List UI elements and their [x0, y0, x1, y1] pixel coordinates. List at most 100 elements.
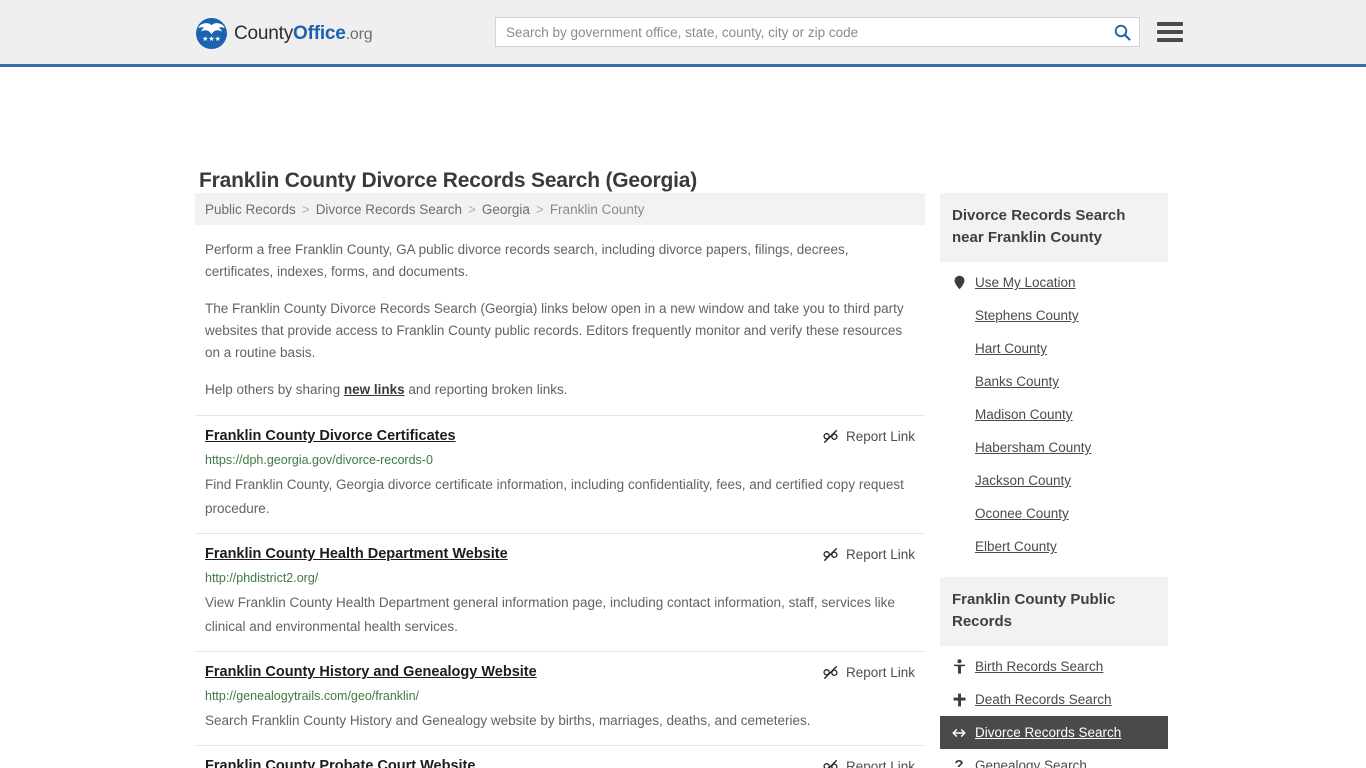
- report-link-button[interactable]: Report Link: [822, 427, 915, 445]
- map-pin-icon: [954, 275, 964, 290]
- sidebar-item-label: Banks County: [975, 374, 1060, 389]
- sidebar-item-label: Genealogy Search: [975, 758, 1087, 768]
- breadcrumb-separator: >: [535, 201, 544, 217]
- breadcrumb-item-georgia[interactable]: Georgia: [482, 202, 530, 217]
- sidebar-nearby-item-stephens-county[interactable]: ·Stephens County: [940, 299, 1168, 332]
- sidebar-nearby-item-elbert-county[interactable]: ·Elbert County: [940, 530, 1168, 563]
- results-list: Franklin County Divorce Certificates Rep…: [195, 415, 925, 768]
- report-link-label: Report Link: [845, 759, 915, 768]
- sidebar-nearby-item-banks-county[interactable]: ·Banks County: [940, 365, 1168, 398]
- result-url: http://genealogytrails.com/geo/franklin/: [205, 689, 420, 703]
- report-link-label: Report Link: [845, 429, 915, 444]
- search-bar[interactable]: [495, 17, 1140, 47]
- sidebar-record-item-death-records-search[interactable]: Death Records Search: [940, 683, 1168, 716]
- logo-text: CountyOffice.org: [234, 22, 373, 45]
- broken-link-icon: [823, 548, 838, 561]
- sidebar-item-label: Birth Records Search: [975, 659, 1104, 674]
- sidebar-item-label: Death Records Search: [975, 692, 1112, 707]
- sidebar-public-records-list: Birth Records Search Death Records Searc…: [940, 650, 1168, 768]
- site-logo[interactable]: ★★★ CountyOffice.org: [196, 18, 373, 49]
- sidebar-nearby-item-madison-county[interactable]: ·Madison County: [940, 398, 1168, 431]
- result-description: View Franklin County Health Department g…: [205, 595, 895, 634]
- result-title-link[interactable]: Franklin County History and Genealogy We…: [205, 663, 537, 681]
- result-item: Franklin County Divorce Certificates Rep…: [195, 415, 925, 533]
- site-header: ★★★ CountyOffice.org: [0, 0, 1366, 67]
- report-link-label: Report Link: [845, 665, 915, 680]
- sidebar: Divorce Records Search near Franklin Cou…: [940, 193, 1168, 768]
- cross-icon: [952, 693, 966, 707]
- result-item: Franklin County History and Genealogy We…: [195, 651, 925, 745]
- question-mark-icon: ?: [954, 756, 964, 768]
- report-link-button[interactable]: Report Link: [822, 757, 915, 768]
- sidebar-item-label: Use My Location: [975, 275, 1076, 290]
- result-description: Search Franklin County History and Genea…: [205, 713, 811, 728]
- new-links-link[interactable]: new links: [344, 382, 405, 397]
- search-button[interactable]: [1105, 18, 1139, 46]
- sidebar-item-label: Stephens County: [975, 308, 1079, 323]
- logo-text-org: .org: [345, 25, 373, 43]
- map-pin-icon: [952, 275, 966, 290]
- report-link-button[interactable]: Report Link: [822, 663, 915, 681]
- sidebar-public-records-heading: Franklin County Public Records: [940, 577, 1168, 646]
- sidebar-record-item-birth-records-search[interactable]: Birth Records Search: [940, 650, 1168, 683]
- breadcrumb-separator: >: [301, 201, 310, 217]
- intro-p3-before: Help others by sharing: [205, 382, 344, 397]
- sidebar-record-item-genealogy-search[interactable]: ? Genealogy Search: [940, 749, 1168, 768]
- result-title-link[interactable]: Franklin County Divorce Certificates: [205, 427, 456, 445]
- stars-icon: ★★★: [202, 36, 221, 43]
- baby-icon: [953, 659, 965, 674]
- result-title-link[interactable]: Franklin County Probate Court Website: [205, 757, 475, 768]
- breadcrumb-item-franklin-county: Franklin County: [549, 201, 645, 217]
- broken-link-icon: [823, 760, 838, 768]
- sidebar-item-label: Oconee County: [975, 506, 1069, 521]
- breadcrumb: Public Records > Divorce Records Search …: [195, 193, 925, 225]
- logo-text-county: County: [234, 22, 294, 44]
- hamburger-bar: [1157, 30, 1183, 34]
- main-content: Public Records > Divorce Records Search …: [195, 193, 925, 768]
- result-description: Find Franklin County, Georgia divorce ce…: [205, 477, 904, 516]
- result-header: Franklin County Probate Court Website Re…: [205, 757, 915, 768]
- left-right-arrow-icon: [952, 727, 966, 739]
- hamburger-menu-button[interactable]: [1157, 20, 1183, 44]
- intro-paragraph-1: Perform a free Franklin County, GA publi…: [205, 242, 849, 279]
- sidebar-nearby-item-hart-county[interactable]: ·Hart County: [940, 332, 1168, 365]
- countyoffice-logo-icon: ★★★: [196, 18, 227, 49]
- sidebar-record-item-divorce-records-search[interactable]: Divorce Records Search: [940, 716, 1168, 749]
- sidebar-nearby-item-use-my-location[interactable]: Use My Location: [940, 266, 1168, 299]
- result-url: https://dph.georgia.gov/divorce-records-…: [205, 453, 433, 467]
- logo-text-office: Office: [293, 22, 346, 44]
- report-link-label: Report Link: [845, 547, 915, 562]
- breadcrumb-item-public-records[interactable]: Public Records: [205, 202, 296, 217]
- sidebar-nearby-item-oconee-county[interactable]: ·Oconee County: [940, 497, 1168, 530]
- cross-icon: [953, 693, 965, 706]
- hamburger-bar: [1157, 38, 1183, 42]
- sidebar-nearby-item-jackson-county[interactable]: ·Jackson County: [940, 464, 1168, 497]
- result-url: http://phdistrict2.org/: [205, 571, 319, 585]
- page-title: Franklin County Divorce Records Search (…: [199, 169, 698, 193]
- sidebar-nearby-list: Use My Location ·Stephens County·Hart Cou…: [940, 266, 1168, 563]
- intro-paragraph-2: The Franklin County Divorce Records Sear…: [205, 301, 904, 360]
- search-input[interactable]: [496, 18, 1105, 46]
- left-right-arrow-icon: [952, 728, 966, 737]
- result-title-link[interactable]: Franklin County Health Department Websit…: [205, 545, 508, 563]
- result-header: Franklin County Divorce Certificates Rep…: [205, 427, 915, 445]
- result-header: Franklin County Health Department Websit…: [205, 545, 915, 563]
- breadcrumb-item-divorce-records-search[interactable]: Divorce Records Search: [316, 202, 462, 217]
- sidebar-item-label: Hart County: [975, 341, 1048, 356]
- intro-paragraph-3: Help others by sharing new links and rep…: [195, 379, 925, 401]
- sidebar-item-label: Elbert County: [975, 539, 1057, 554]
- report-link-button[interactable]: Report Link: [822, 545, 915, 563]
- sidebar-nearby-item-habersham-county[interactable]: ·Habersham County: [940, 431, 1168, 464]
- broken-link-icon: [823, 430, 838, 443]
- breadcrumb-separator: >: [468, 201, 476, 217]
- result-header: Franklin County History and Genealogy We…: [205, 663, 915, 681]
- broken-link-icon: [823, 666, 838, 679]
- baby-icon: [952, 659, 966, 674]
- hamburger-bar: [1157, 22, 1183, 26]
- result-item: Franklin County Probate Court Website Re…: [195, 745, 925, 768]
- result-item: Franklin County Health Department Websit…: [195, 533, 925, 651]
- intro-p3-after: and reporting broken links.: [404, 382, 568, 397]
- sidebar-item-label: Jackson County: [975, 473, 1072, 488]
- sidebar-item-label: Habersham County: [975, 440, 1092, 455]
- sidebar-nearby-heading: Divorce Records Search near Franklin Cou…: [940, 193, 1168, 262]
